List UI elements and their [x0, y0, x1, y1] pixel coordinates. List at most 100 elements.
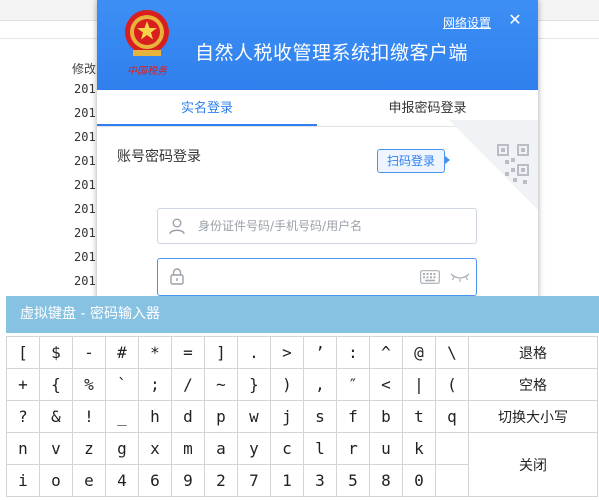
- keyboard-key[interactable]: =: [171, 336, 205, 369]
- keyboard-key[interactable]: y: [237, 432, 271, 465]
- keyboard-key[interactable]: ^: [369, 336, 403, 369]
- keyboard-icon[interactable]: [420, 270, 440, 284]
- space-key[interactable]: 空格: [468, 368, 598, 401]
- keyboard-key[interactable]: ?: [6, 400, 40, 433]
- keyboard-key[interactable]: >: [270, 336, 304, 369]
- keyboard-key[interactable]: ~: [204, 368, 238, 401]
- keyboard-key[interactable]: p: [204, 400, 238, 433]
- keyboard-key[interactable]: ,: [303, 368, 337, 401]
- keyboard-key[interactable]: #: [105, 336, 139, 369]
- keyboard-key[interactable]: g: [105, 432, 139, 465]
- keyboard-empty-key: [435, 464, 469, 497]
- keyboard-key[interactable]: 1: [270, 464, 304, 497]
- keyboard-key[interactable]: j: [270, 400, 304, 433]
- qr-login-button[interactable]: 扫码登录: [377, 149, 445, 173]
- keyboard-key[interactable]: %: [72, 368, 106, 401]
- close-keyboard-key[interactable]: 关闭: [468, 432, 598, 497]
- user-icon: [169, 218, 185, 235]
- keyboard-key[interactable]: c: [270, 432, 304, 465]
- keyboard-key[interactable]: \: [435, 336, 469, 369]
- keyboard-key[interactable]: $: [39, 336, 73, 369]
- keyboard-key[interactable]: w: [237, 400, 271, 433]
- background-row[interactable]: 201: [74, 226, 96, 240]
- keyboard-key[interactable]: ]: [204, 336, 238, 369]
- close-icon[interactable]: ✕: [507, 12, 523, 28]
- keyboard-key[interactable]: ): [270, 368, 304, 401]
- keyboard-key[interactable]: 8: [369, 464, 403, 497]
- keyboard-key[interactable]: 2: [204, 464, 238, 497]
- keyboard-key[interactable]: ″: [336, 368, 370, 401]
- keyboard-key[interactable]: (: [435, 368, 469, 401]
- background-row[interactable]: 201: [74, 154, 96, 168]
- hide-password-eye-icon[interactable]: [450, 269, 470, 283]
- keyboard-key[interactable]: !: [72, 400, 106, 433]
- background-row[interactable]: 201: [74, 250, 96, 264]
- keyboard-key[interactable]: z: [72, 432, 106, 465]
- keyboard-key[interactable]: a: [204, 432, 238, 465]
- keyboard-key[interactable]: @: [402, 336, 436, 369]
- keyboard-key[interactable]: l: [303, 432, 337, 465]
- keyboard-key[interactable]: x: [138, 432, 172, 465]
- keyboard-key[interactable]: n: [6, 432, 40, 465]
- keyboard-key[interactable]: _: [105, 400, 139, 433]
- background-row[interactable]: 201: [74, 202, 96, 216]
- caps-toggle-key[interactable]: 切换大小写: [468, 400, 598, 433]
- keyboard-key[interactable]: i: [6, 464, 40, 497]
- username-input[interactable]: [198, 209, 468, 243]
- keyboard-key[interactable]: v: [39, 432, 73, 465]
- keyboard-key[interactable]: 4: [105, 464, 139, 497]
- keyboard-key[interactable]: o: [39, 464, 73, 497]
- keyboard-key[interactable]: }: [237, 368, 271, 401]
- keyboard-key[interactable]: d: [171, 400, 205, 433]
- network-settings-link[interactable]: 网络设置: [443, 14, 491, 31]
- keyboard-key[interactable]: .: [237, 336, 271, 369]
- keyboard-key[interactable]: {: [39, 368, 73, 401]
- background-row[interactable]: 201: [74, 274, 96, 288]
- keyboard-key[interactable]: &: [39, 400, 73, 433]
- background-row[interactable]: 201: [74, 178, 96, 192]
- account-login-heading: 账号密码登录: [117, 149, 201, 165]
- background-row[interactable]: 201: [74, 130, 96, 144]
- keyboard-key[interactable]: ;: [138, 368, 172, 401]
- keyboard-key[interactable]: 7: [237, 464, 271, 497]
- password-field[interactable]: [157, 258, 477, 296]
- keyboard-key[interactable]: e: [72, 464, 106, 497]
- keyboard-key[interactable]: u: [369, 432, 403, 465]
- keyboard-key[interactable]: :: [336, 336, 370, 369]
- keyboard-key[interactable]: m: [171, 432, 205, 465]
- keyboard-row: ? &! _ h d p w j s f b t q 切换大小写: [6, 400, 598, 433]
- keyboard-key[interactable]: 5: [336, 464, 370, 497]
- password-input[interactable]: [198, 259, 408, 295]
- keyboard-key[interactable]: `: [105, 368, 139, 401]
- tax-emblem-logo: 中国税务: [125, 10, 169, 77]
- keyboard-key[interactable]: *: [138, 336, 172, 369]
- keyboard-key[interactable]: [: [6, 336, 40, 369]
- background-row[interactable]: 201: [74, 106, 96, 120]
- backspace-key[interactable]: 退格: [468, 336, 598, 369]
- keyboard-key[interactable]: k: [402, 432, 436, 465]
- keyboard-key[interactable]: s: [303, 400, 337, 433]
- keyboard-key[interactable]: f: [336, 400, 370, 433]
- username-field[interactable]: [157, 208, 477, 244]
- keyboard-key[interactable]: /: [171, 368, 205, 401]
- keyboard-key[interactable]: r: [336, 432, 370, 465]
- keyboard-key[interactable]: <: [369, 368, 403, 401]
- tab-realname-login[interactable]: 实名登录: [97, 90, 317, 126]
- lock-icon: [170, 268, 184, 285]
- keyboard-key[interactable]: 9: [171, 464, 205, 497]
- keyboard-key[interactable]: +: [6, 368, 40, 401]
- keyboard-key[interactable]: q: [435, 400, 469, 433]
- keyboard-key[interactable]: 0: [402, 464, 436, 497]
- keyboard-key[interactable]: t: [402, 400, 436, 433]
- background-row[interactable]: 201: [74, 82, 96, 96]
- keyboard-key[interactable]: 3: [303, 464, 337, 497]
- keyboard-key[interactable]: b: [369, 400, 403, 433]
- qr-code-icon[interactable]: [449, 120, 538, 210]
- emblem-text: 中国税务: [127, 65, 168, 77]
- keyboard-key[interactable]: |: [402, 368, 436, 401]
- keyboard-key[interactable]: 6: [138, 464, 172, 497]
- keyboard-key[interactable]: h: [138, 400, 172, 433]
- keyboard-key[interactable]: -: [72, 336, 106, 369]
- virtual-keyboard-title: 虚拟键盘 - 密码输入器: [6, 296, 599, 333]
- keyboard-key[interactable]: ’: [303, 336, 337, 369]
